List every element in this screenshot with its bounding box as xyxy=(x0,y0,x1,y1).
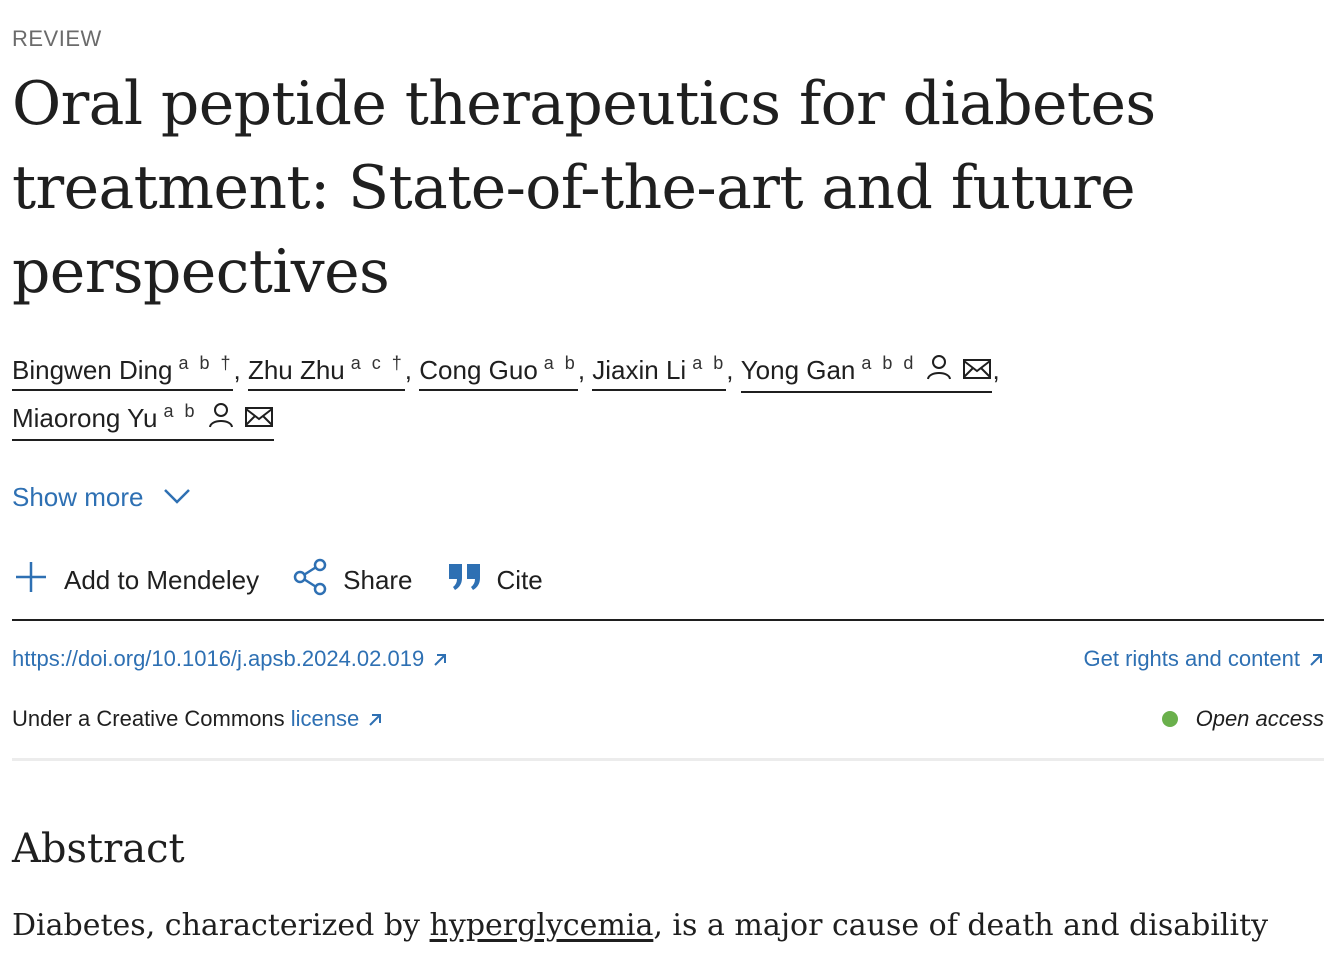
quote-icon xyxy=(447,561,483,600)
doi-text: https://doi.org/10.1016/j.apsb.2024.02.0… xyxy=(12,646,425,671)
author-affiliations: a b xyxy=(163,401,198,421)
get-rights-label: Get rights and content xyxy=(1083,646,1300,671)
share-icon xyxy=(293,558,329,603)
author-link[interactable]: Bingwen Ding a b † xyxy=(12,346,234,391)
cite-label: Cite xyxy=(496,565,543,595)
author-affiliations: a b d xyxy=(861,353,917,373)
author-link[interactable]: Zhu Zhu a c † xyxy=(247,346,405,391)
article-title: Oral peptide therapeutics for diabetes t… xyxy=(12,69,1156,307)
email-icon xyxy=(244,403,274,437)
author-link[interactable]: Cong Guo a b xyxy=(419,346,578,391)
get-rights-link[interactable]: Get rights and content xyxy=(1084,646,1324,674)
article-type-label: REVIEW xyxy=(12,26,102,51)
chevron-down-icon xyxy=(162,482,192,513)
author-separator: , xyxy=(726,355,741,385)
author-affiliations: a c † xyxy=(350,353,405,373)
author-separator: , xyxy=(233,355,248,385)
author-separator: , xyxy=(992,355,1000,385)
person-icon xyxy=(924,353,954,389)
add-to-mendeley-label: Add to Mendeley xyxy=(64,565,260,595)
article-actions: Add to Mendeley Share Cite xyxy=(12,558,577,603)
external-link-icon xyxy=(1308,648,1324,674)
cite-button[interactable]: Cite xyxy=(447,561,543,600)
license-statement: Under a Creative Commons license xyxy=(12,706,383,734)
section-divider xyxy=(12,758,1324,761)
author-name: Zhu Zhu xyxy=(247,355,345,385)
author-separator: , xyxy=(577,355,593,385)
open-access-label: Open access xyxy=(1195,706,1324,731)
abstract-text: Diabetes, characterized by hyperglycemia… xyxy=(12,904,1324,948)
share-button[interactable]: Share xyxy=(293,558,413,603)
author-affiliations: a b † xyxy=(178,353,234,373)
author-list: Bingwen Ding a b †, Zhu Zhu a c †, Cong Gu… xyxy=(12,346,1324,442)
open-access-badge: Open access xyxy=(1161,706,1324,732)
external-link-icon xyxy=(432,648,448,674)
license-prefix: Under a Creative Commons xyxy=(12,706,291,731)
abstract-text-start: Diabetes, characterized by xyxy=(12,908,430,943)
author-name: Yong Gan xyxy=(740,355,856,385)
email-icon xyxy=(962,355,992,389)
author-link[interactable]: Jiaxin Li a b xyxy=(592,346,727,391)
license-link[interactable]: license xyxy=(291,706,383,731)
divider xyxy=(12,619,1324,621)
author-link[interactable]: Yong Gan a b d xyxy=(740,346,993,393)
license-link-label: license xyxy=(290,706,360,731)
person-icon xyxy=(206,401,236,437)
share-label: Share xyxy=(343,565,413,595)
author-name: Jiaxin Li xyxy=(592,355,687,385)
external-link-icon xyxy=(367,708,383,734)
keyword-link[interactable]: hyperglycemia xyxy=(430,908,654,943)
abstract-heading: Abstract xyxy=(12,826,185,872)
author-link[interactable]: Miaorong Yu a b xyxy=(12,394,274,441)
plus-icon xyxy=(12,558,50,603)
add-to-mendeley-button[interactable]: Add to Mendeley xyxy=(12,558,259,603)
author-affiliations: a b xyxy=(543,353,578,373)
author-separator: , xyxy=(404,355,420,385)
abstract-text-continued: , is a major cause of death and disabili… xyxy=(653,908,1269,943)
author-name: Miaorong Yu xyxy=(12,403,158,433)
author-name: Cong Guo xyxy=(419,355,538,385)
author-name: Bingwen Ding xyxy=(12,355,173,385)
doi-link[interactable]: https://doi.org/10.1016/j.apsb.2024.02.0… xyxy=(12,646,448,674)
show-more-label: Show more xyxy=(12,482,144,512)
author-affiliations: a b xyxy=(692,353,727,373)
show-more-button[interactable]: Show more xyxy=(12,482,192,513)
open-access-dot-icon xyxy=(1161,711,1178,727)
